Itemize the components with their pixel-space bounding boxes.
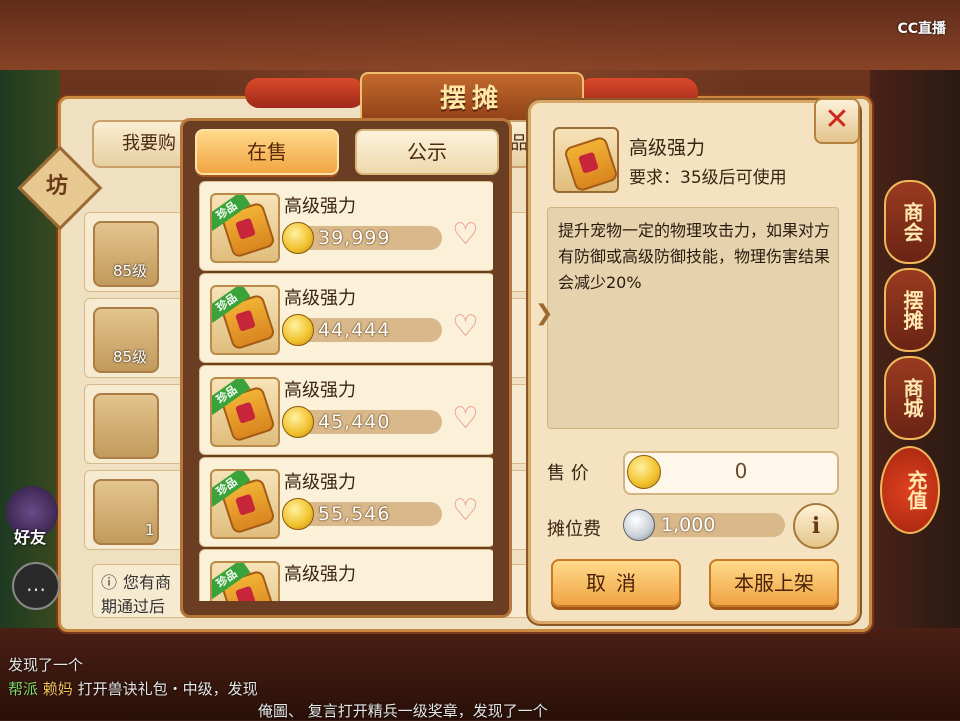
description-box: 提升宠物一定的物理攻击力，如果对方有防御或高级防御技能，物理伤害结果会减少20% — [547, 207, 839, 429]
chat-text: 俺圖、 复言打开精兵一级奖章，发现了一个 — [258, 702, 548, 720]
detail-requirement: 要求：35级后可使用 — [629, 168, 787, 188]
item-name: 高级强力 — [284, 564, 356, 585]
list-item[interactable]: 珍品 高级强力 45,440 ♡ — [199, 365, 493, 455]
side-menu-mall[interactable]: 商城 — [884, 356, 936, 440]
gold-coin-icon — [282, 498, 314, 530]
side-menu-guild[interactable]: 商会 — [884, 180, 936, 264]
chat-line: 帮派 赖妈 打开兽诀礼包・中级，发现 — [8, 678, 258, 699]
item-name: 高级强力 — [284, 288, 356, 309]
item-description: 提升宠物一定的物理攻击力，如果对方有防御或高级防御技能，物理伤害结果会减少20% — [558, 221, 831, 292]
favorite-heart-icon[interactable]: ♡ — [452, 220, 479, 250]
item-level: 85级 — [113, 262, 148, 280]
scroll-item-icon: 珍品 — [210, 285, 280, 355]
chat-channel: 帮派 — [8, 680, 39, 698]
item-name: 高级强力 — [284, 472, 356, 493]
item-thumbnail: 85级 — [93, 221, 159, 287]
item-name: 高级强力 — [284, 196, 356, 217]
ribbon-left-decoration — [245, 78, 365, 108]
friend-label[interactable]: 好友 — [14, 524, 46, 548]
side-menu-recharge[interactable]: 充值 — [880, 446, 940, 534]
item-price: 55,546 — [318, 503, 391, 525]
gold-coin-icon — [282, 314, 314, 346]
list-item[interactable]: 珍品 高级强力 39,999 ♡ — [199, 181, 493, 271]
item-name: 高级强力 — [284, 380, 356, 401]
chevron-left-icon[interactable]: ❯ — [535, 301, 553, 326]
scroll-item-icon: 珍品 — [210, 561, 280, 601]
scene-top-area — [0, 0, 960, 70]
tab-public[interactable]: 公示 — [355, 129, 499, 175]
item-thumbnail: 85级 — [93, 307, 159, 373]
notice-icon: ⓘ — [101, 573, 118, 592]
item-price: 44,444 — [318, 319, 391, 341]
side-menu-stall[interactable]: 摆摊 — [884, 268, 936, 352]
info-button[interactable]: i — [793, 503, 839, 549]
list-item[interactable]: 珍品 高级强力 55,546 ♡ — [199, 457, 493, 547]
gold-coin-icon — [282, 222, 314, 254]
item-thumbnail — [93, 393, 159, 459]
booth-fee-label: 摊位费 — [547, 519, 601, 540]
side-badge-label: 坊 — [46, 174, 69, 199]
scroll-icon — [562, 135, 617, 191]
item-detail-panel: 高级强力 要求：35级后可使用 提升宠物一定的物理攻击力，如果对方有防御或高级防… — [528, 100, 860, 624]
listing-panel: 在售 公示 珍品 高级强力 39,999 ♡ 珍品 高级强力 44,444 ♡ — [180, 118, 512, 618]
favorite-heart-icon[interactable]: ♡ — [452, 312, 479, 342]
notice-line-1: 您有商 — [123, 573, 172, 592]
cc-live-watermark: CC直播 — [897, 21, 946, 37]
sell-price-label: 售 价 — [547, 463, 589, 484]
gold-coin-icon — [282, 406, 314, 438]
booth-fee-value: 1,000 — [661, 514, 716, 536]
scroll-item-icon: 珍品 — [210, 377, 280, 447]
chat-text: 发现了一个 — [8, 656, 84, 674]
detail-item-name: 高级强力 — [629, 137, 706, 159]
chat-icon[interactable]: … — [12, 562, 60, 610]
item-price: 39,999 — [318, 227, 391, 249]
item-count: 1 — [145, 521, 155, 539]
scroll-item-icon: 珍品 — [210, 193, 280, 263]
item-thumbnail: 1 — [93, 479, 159, 545]
notice-line-2: 期通过后 — [101, 597, 166, 616]
cancel-button[interactable]: 取消 — [551, 559, 681, 607]
chat-player-name[interactable]: 赖妈 — [43, 680, 73, 698]
sell-price-value[interactable]: 0 — [711, 455, 771, 487]
close-icon[interactable]: ✕ — [814, 98, 860, 144]
gold-coin-icon — [627, 455, 661, 489]
item-price: 45,440 — [318, 411, 391, 433]
list-on-server-button[interactable]: 本服上架 — [709, 559, 839, 607]
silver-coin-icon — [623, 509, 655, 541]
scroll-item-icon: 珍品 — [210, 469, 280, 539]
list-item[interactable]: 珍品 高级强力 44,444 ♡ — [199, 273, 493, 363]
listing-items[interactable]: 珍品 高级强力 39,999 ♡ 珍品 高级强力 44,444 ♡ 珍品 高级强… — [199, 181, 493, 601]
favorite-heart-icon[interactable]: ♡ — [452, 404, 479, 434]
chat-line: 发现了一个 — [8, 654, 83, 675]
chat-text: 打开兽诀礼包・中级，发现 — [77, 680, 258, 698]
list-item[interactable]: 珍品 高级强力 — [199, 549, 493, 601]
chat-line: 俺圖、 复言打开精兵一级奖章，发现了一个 — [258, 700, 548, 721]
tab-on-sale[interactable]: 在售 — [195, 129, 339, 175]
detail-scroll-icon — [553, 127, 619, 193]
favorite-heart-icon[interactable]: ♡ — [452, 496, 479, 526]
item-level: 85级 — [113, 348, 148, 366]
